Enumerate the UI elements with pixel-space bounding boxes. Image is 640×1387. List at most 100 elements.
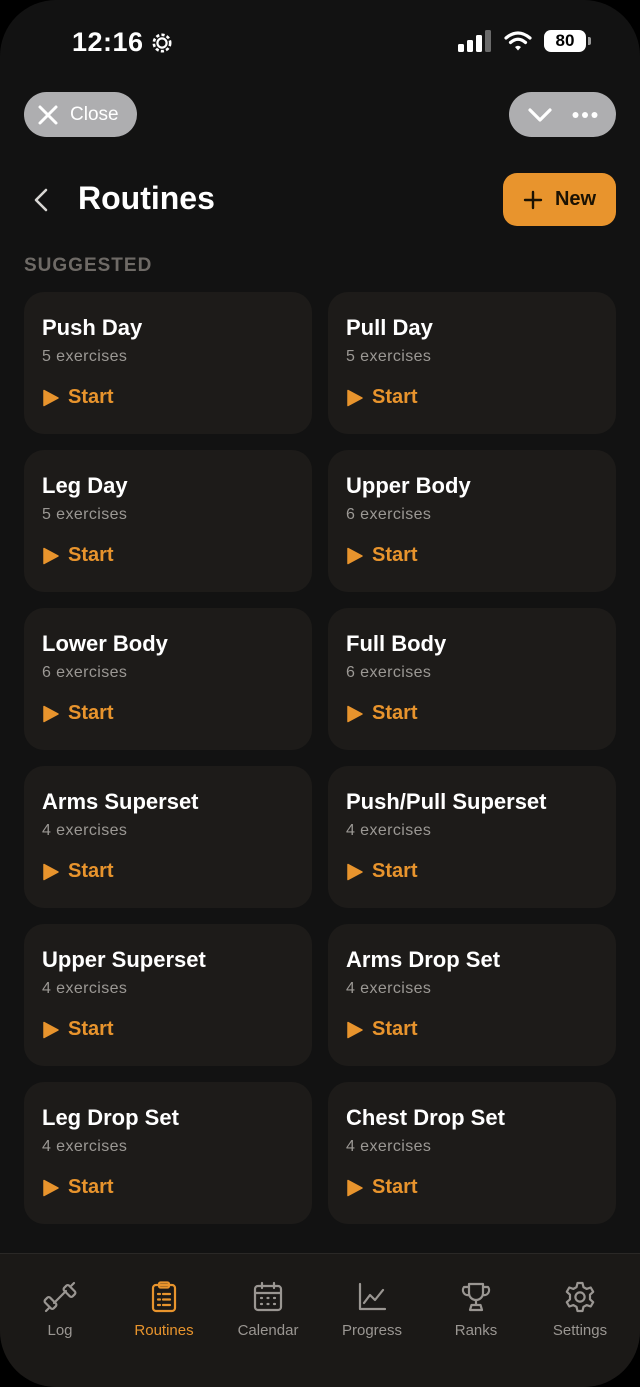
start-button[interactable]: Start bbox=[346, 386, 418, 409]
routine-card[interactable]: Upper Superset 4 exercises Start bbox=[24, 924, 312, 1066]
routine-name: Lower Body bbox=[42, 631, 168, 656]
new-routine-button[interactable]: New bbox=[503, 173, 616, 226]
play-icon bbox=[347, 389, 363, 406]
tab-log[interactable]: Log bbox=[8, 1280, 112, 1387]
start-label: Start bbox=[372, 860, 418, 882]
play-icon bbox=[347, 1021, 363, 1038]
start-label: Start bbox=[372, 544, 418, 566]
routine-name: Leg Drop Set bbox=[42, 1105, 179, 1130]
routine-name: Full Body bbox=[346, 631, 447, 656]
tab-label: Log bbox=[47, 1322, 73, 1339]
page-title: Routines bbox=[78, 180, 215, 216]
start-label: Start bbox=[372, 702, 418, 724]
routine-count: 4 exercises bbox=[42, 1138, 128, 1155]
menu-pill bbox=[509, 92, 616, 137]
tab-label: Routines bbox=[134, 1322, 194, 1339]
new-label: New bbox=[554, 188, 597, 210]
back-chevron-icon[interactable] bbox=[30, 186, 54, 214]
section-heading: SUGGESTED bbox=[24, 255, 153, 276]
app-screen: 12:16 80 Close Routines New SUGGESTED Pu… bbox=[0, 0, 640, 1387]
start-button[interactable]: Start bbox=[42, 1176, 114, 1199]
status-time-group: 12:16 bbox=[72, 27, 174, 58]
play-icon bbox=[43, 1179, 59, 1196]
start-label: Start bbox=[372, 1018, 418, 1040]
routine-count: 4 exercises bbox=[346, 1138, 432, 1155]
start-label: Start bbox=[68, 386, 114, 408]
tab-label: Progress bbox=[341, 1322, 403, 1339]
routine-card[interactable]: Push/Pull Superset 4 exercises Start bbox=[328, 766, 616, 908]
routine-name: Pull Day bbox=[346, 315, 433, 340]
play-icon bbox=[43, 547, 59, 564]
start-button[interactable]: Start bbox=[346, 1018, 418, 1041]
routine-card[interactable]: Lower Body 6 exercises Start bbox=[24, 608, 312, 750]
battery-indicator: 80 bbox=[544, 30, 591, 52]
start-label: Start bbox=[68, 544, 114, 566]
routine-name: Arms Drop Set bbox=[346, 947, 501, 972]
routine-card[interactable]: Push Day 5 exercises Start bbox=[24, 292, 312, 434]
routine-grid: Push Day 5 exercises Start Pull Day 5 ex… bbox=[24, 292, 616, 1224]
routine-count: 6 exercises bbox=[42, 664, 128, 681]
tab-progress[interactable]: Progress bbox=[320, 1280, 424, 1387]
routine-name: Push Day bbox=[42, 315, 143, 340]
routine-count: 4 exercises bbox=[42, 980, 128, 997]
routine-card[interactable]: Leg Drop Set 4 exercises Start bbox=[24, 1082, 312, 1224]
more-icon[interactable] bbox=[572, 110, 598, 120]
start-button[interactable]: Start bbox=[346, 860, 418, 883]
gear-icon bbox=[565, 1281, 595, 1313]
tab-settings[interactable]: Settings bbox=[528, 1280, 632, 1387]
signal-icon bbox=[458, 30, 491, 52]
status-bar: 12:16 80 bbox=[0, 0, 640, 88]
routine-card[interactable]: Upper Body 6 exercises Start bbox=[328, 450, 616, 592]
start-button[interactable]: Start bbox=[42, 860, 114, 883]
play-icon bbox=[347, 547, 363, 564]
start-label: Start bbox=[68, 860, 114, 882]
routine-count: 4 exercises bbox=[346, 980, 432, 997]
routine-count: 6 exercises bbox=[346, 506, 432, 523]
play-icon bbox=[43, 389, 59, 406]
calendar-icon bbox=[253, 1281, 283, 1312]
start-button[interactable]: Start bbox=[346, 702, 418, 725]
play-icon bbox=[43, 1021, 59, 1038]
routine-card[interactable]: Arms Drop Set 4 exercises Start bbox=[328, 924, 616, 1066]
routine-card[interactable]: Chest Drop Set 4 exercises Start bbox=[328, 1082, 616, 1224]
start-button[interactable]: Start bbox=[42, 1018, 114, 1041]
routine-name: Leg Day bbox=[42, 473, 128, 498]
dumbbell-icon bbox=[43, 1281, 77, 1313]
routine-count: 6 exercises bbox=[346, 664, 432, 681]
start-label: Start bbox=[68, 1176, 114, 1198]
battery-level: 80 bbox=[555, 31, 575, 50]
routine-card[interactable]: Full Body 6 exercises Start bbox=[328, 608, 616, 750]
status-right: 80 bbox=[458, 30, 591, 52]
routine-name: Upper Superset bbox=[42, 947, 206, 972]
routine-count: 5 exercises bbox=[346, 348, 432, 365]
start-button[interactable]: Start bbox=[346, 1176, 418, 1199]
start-button[interactable]: Start bbox=[42, 544, 114, 567]
play-icon bbox=[43, 705, 59, 722]
play-icon bbox=[43, 863, 59, 880]
trophy-icon bbox=[461, 1282, 491, 1312]
routine-card[interactable]: Pull Day 5 exercises Start bbox=[328, 292, 616, 434]
chevron-down-icon[interactable] bbox=[527, 105, 553, 125]
tab-routines[interactable]: Routines bbox=[112, 1280, 216, 1387]
routine-name: Upper Body bbox=[346, 473, 471, 498]
play-icon bbox=[347, 863, 363, 880]
close-button[interactable]: Close bbox=[24, 92, 137, 137]
start-label: Start bbox=[68, 702, 114, 724]
clipboard-icon bbox=[151, 1281, 177, 1313]
routine-card[interactable]: Leg Day 5 exercises Start bbox=[24, 450, 312, 592]
routine-name: Arms Superset bbox=[42, 789, 199, 814]
tab-calendar[interactable]: Calendar bbox=[216, 1280, 320, 1387]
routine-card[interactable]: Arms Superset 4 exercises Start bbox=[24, 766, 312, 908]
start-button[interactable]: Start bbox=[42, 386, 114, 409]
close-label: Close bbox=[70, 103, 119, 125]
status-time: 12:16 bbox=[72, 27, 144, 57]
tab-ranks[interactable]: Ranks bbox=[424, 1280, 528, 1387]
routine-count: 5 exercises bbox=[42, 506, 128, 523]
routine-count: 5 exercises bbox=[42, 348, 128, 365]
start-button[interactable]: Start bbox=[42, 702, 114, 725]
chart-icon bbox=[358, 1282, 387, 1311]
start-button[interactable]: Start bbox=[346, 544, 418, 567]
tab-bar: Log Routines Calendar Progress Ranks Set… bbox=[0, 1253, 640, 1387]
tab-label: Ranks bbox=[454, 1322, 498, 1339]
routine-name: Push/Pull Superset bbox=[346, 789, 547, 814]
